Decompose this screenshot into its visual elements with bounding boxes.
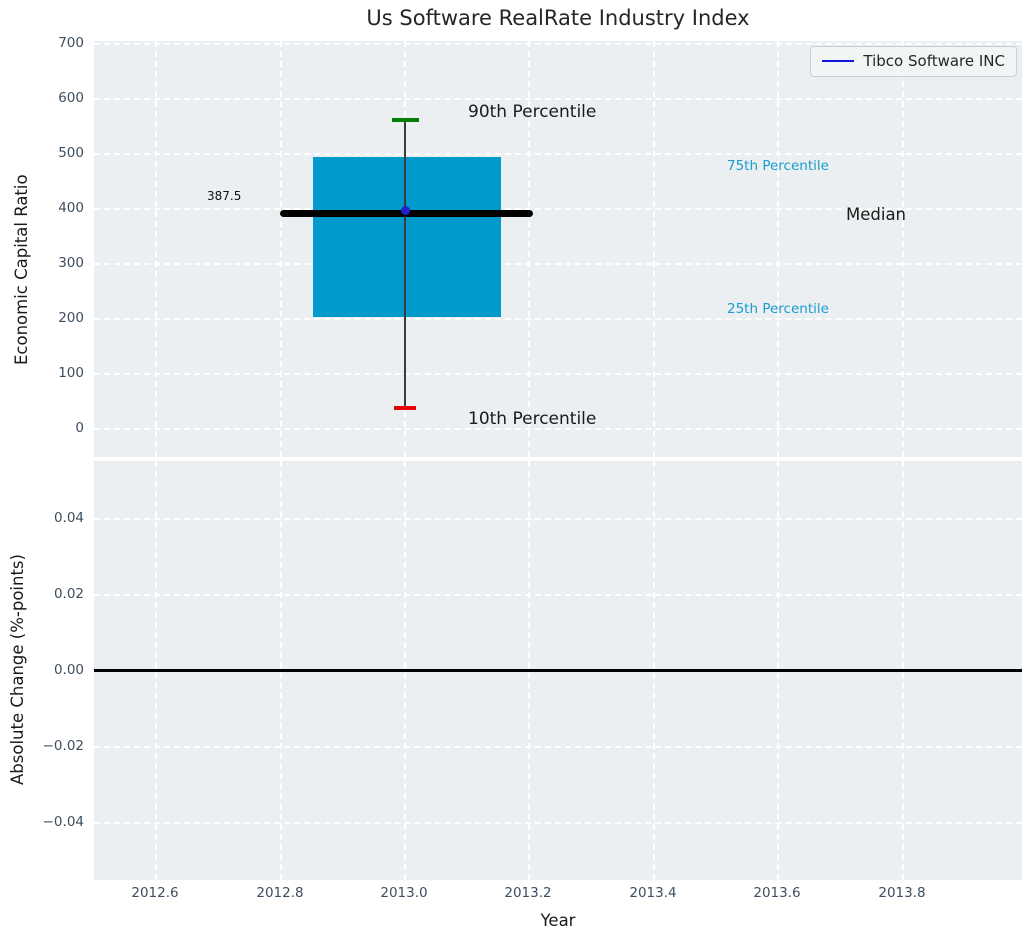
annotation-25th-percentile: 25th Percentile	[727, 301, 829, 317]
zero-line	[94, 669, 1022, 672]
x-tick-label: 2013.4	[613, 886, 693, 900]
x-tick-label: 2013.6	[737, 886, 817, 900]
y-tick-label: 300	[24, 256, 84, 270]
x-tick-label: 2012.6	[115, 886, 195, 900]
figure: Us Software RealRate Industry Index 90th…	[0, 0, 1034, 942]
annotation-10th-percentile: 10th Percentile	[468, 409, 596, 429]
x-axis-label: Year	[94, 911, 1022, 930]
x-tick-label: 2013.8	[862, 886, 942, 900]
whisker-line	[404, 120, 406, 409]
gridline-vertical	[280, 41, 282, 457]
y-tick-label: 0	[24, 421, 84, 435]
y-tick-label: 100	[24, 366, 84, 380]
annotation-90th-percentile: 90th Percentile	[468, 102, 596, 122]
annotation-75th-percentile: 75th Percentile	[727, 158, 829, 174]
gridline-horizontal	[94, 153, 1022, 155]
y-tick-label: −0.04	[24, 815, 84, 829]
legend: Tibco Software INC	[810, 46, 1017, 77]
gridline-horizontal	[94, 373, 1022, 375]
y-tick-label: 0.02	[24, 587, 84, 601]
x-tick-label: 2012.8	[240, 886, 320, 900]
gridline-horizontal	[94, 318, 1022, 320]
legend-label: Tibco Software INC	[863, 52, 1005, 70]
y-tick-label: 400	[24, 201, 84, 215]
gridline-horizontal	[94, 98, 1022, 100]
annotation-median: Median	[846, 205, 906, 224]
y-tick-label: −0.02	[24, 739, 84, 753]
p10-cap	[394, 406, 416, 410]
annotation-company-value: 387.5	[207, 189, 241, 203]
p90-cap	[392, 118, 419, 122]
gridline-horizontal	[94, 594, 1022, 596]
bottom-axes	[94, 461, 1022, 880]
company-marker-dot	[401, 206, 410, 215]
y-tick-label: 200	[24, 311, 84, 325]
gridline-vertical	[653, 41, 655, 457]
y-tick-label: 700	[24, 36, 84, 50]
gridline-vertical	[155, 41, 157, 457]
y-axis-label-top: Economic Capital Ratio	[12, 135, 31, 405]
gridline-vertical	[777, 41, 779, 457]
y-tick-label: 500	[24, 146, 84, 160]
gridline-horizontal	[94, 263, 1022, 265]
gridline-horizontal	[94, 518, 1022, 520]
y-tick-label: 600	[24, 91, 84, 105]
gridline-vertical	[902, 41, 904, 457]
y-tick-label: 0.04	[24, 511, 84, 525]
x-tick-label: 2013.0	[364, 886, 444, 900]
y-tick-label: 0.00	[24, 663, 84, 677]
gridline-horizontal	[94, 746, 1022, 748]
gridline-horizontal	[94, 822, 1022, 824]
chart-title: Us Software RealRate Industry Index	[94, 6, 1022, 30]
x-tick-label: 2013.2	[488, 886, 568, 900]
gridline-horizontal	[94, 43, 1022, 45]
iqr-box	[313, 157, 501, 317]
legend-line-sample	[822, 60, 854, 63]
top-axes: 90th Percentile 75th Percentile Median 2…	[94, 41, 1022, 457]
